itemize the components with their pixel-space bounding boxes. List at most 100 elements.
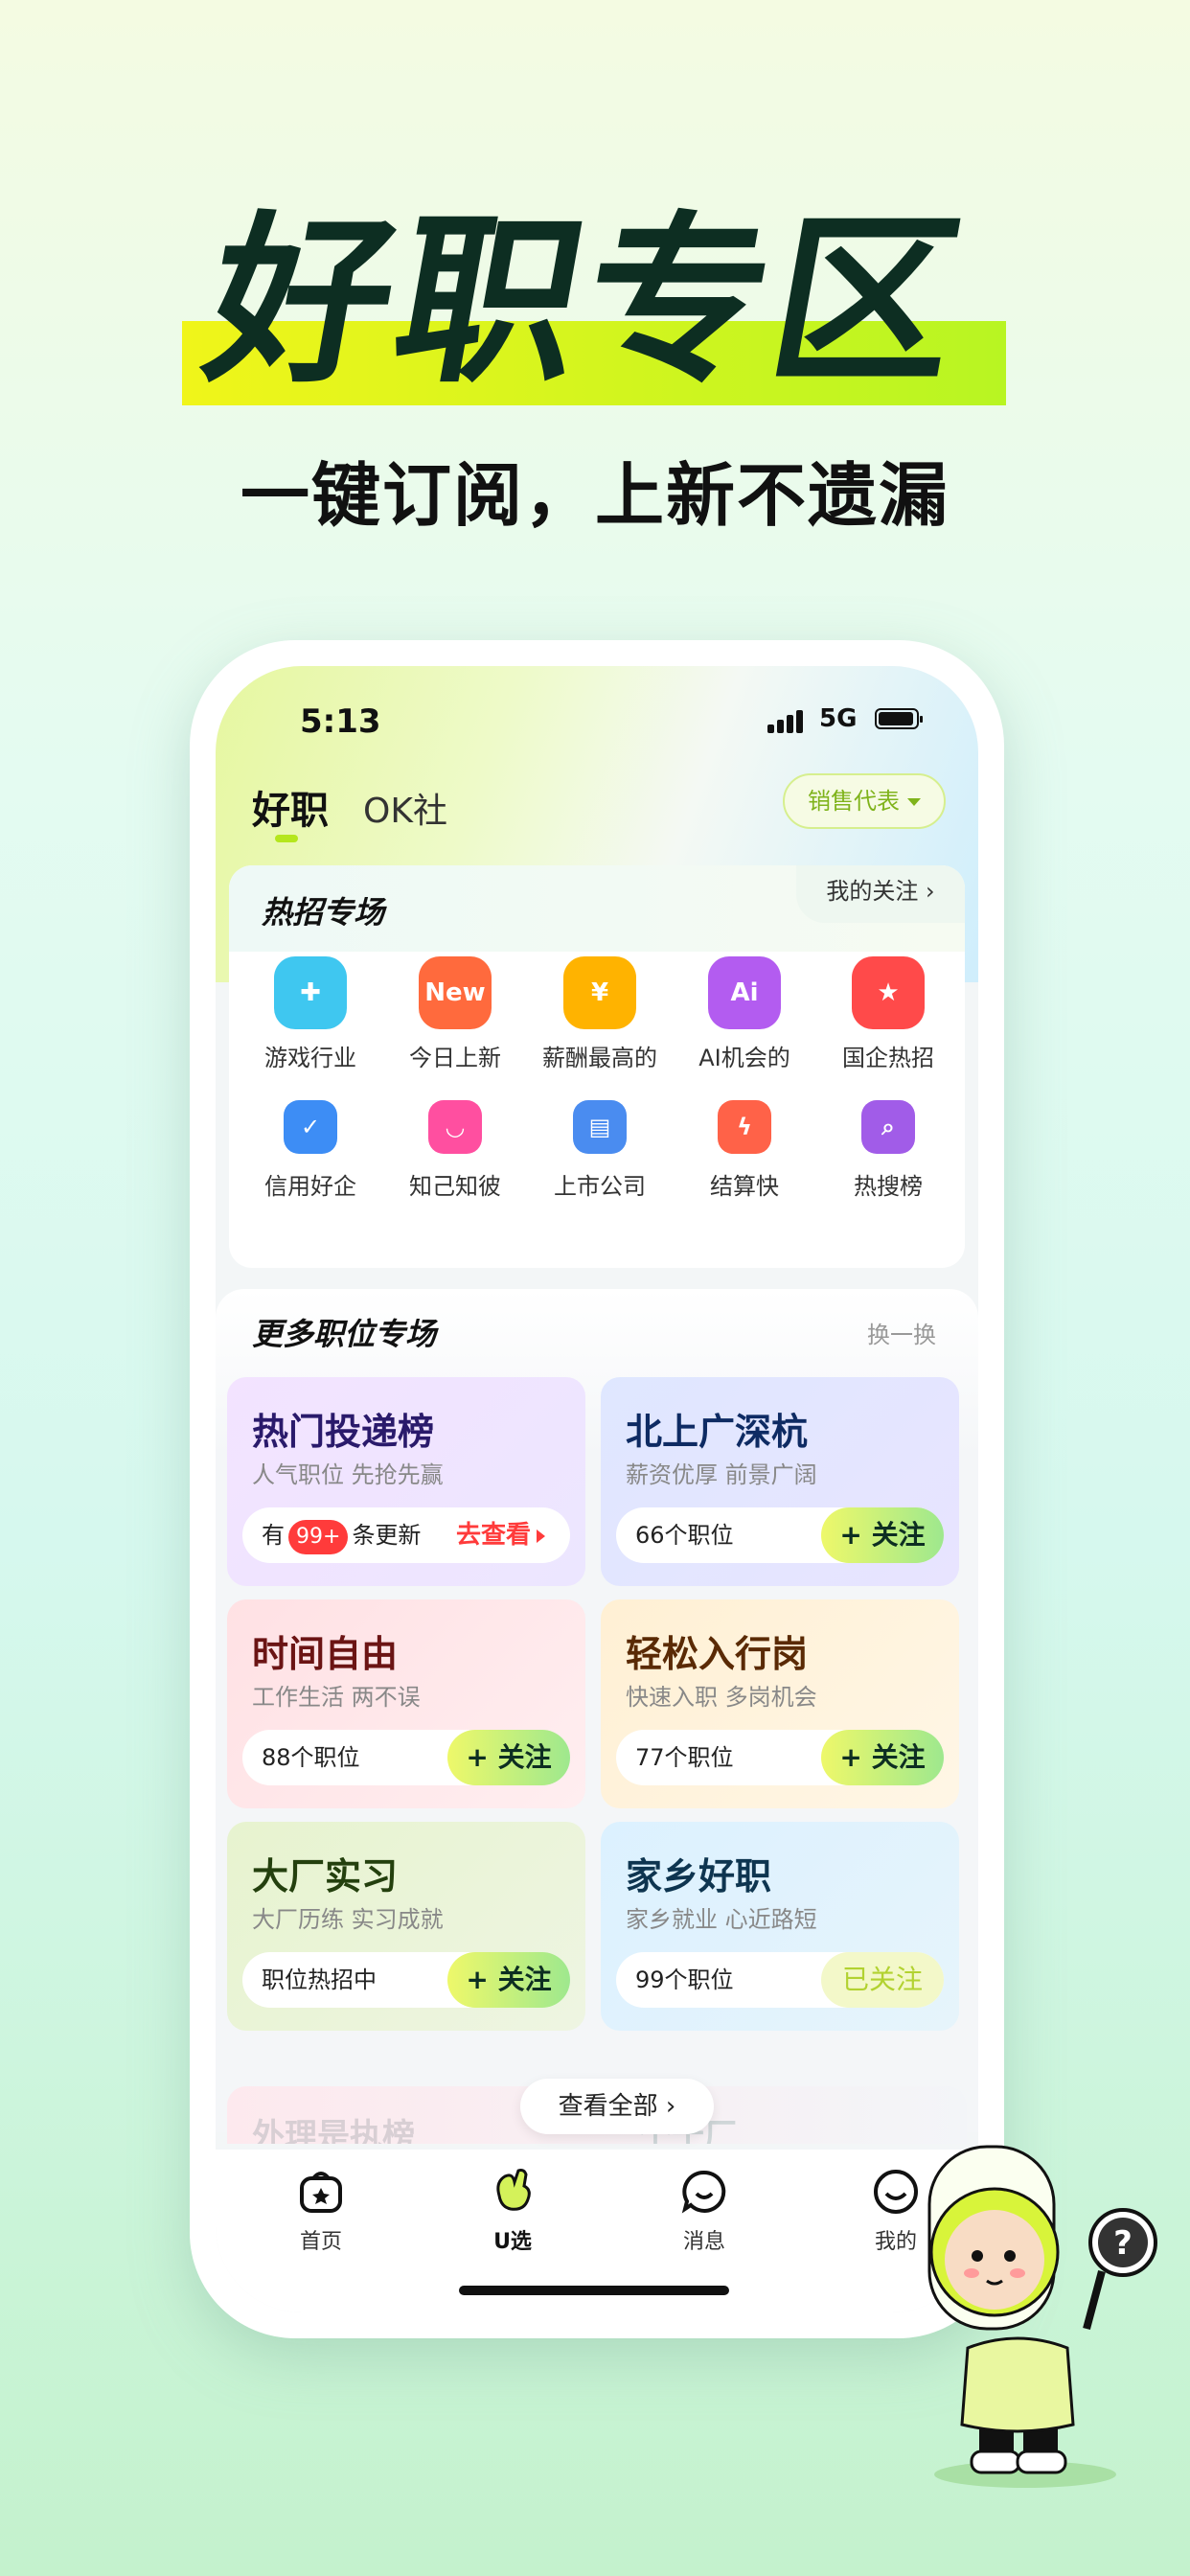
hot-item-4[interactable]: ★ 国企热招	[816, 956, 960, 1072]
more-topics-card: 更多职位专场 换一换 热门投递榜人气职位 先抢先赢有 99+ 条更新 去查看 北上广深杭…	[216, 1289, 978, 2132]
svg-text:?: ?	[1113, 2224, 1133, 2263]
hand-ok-icon	[488, 2167, 538, 2217]
hot-item-7[interactable]: ▤ 上市公司	[528, 1091, 672, 1201]
follow-button[interactable]: + 关注	[447, 1952, 570, 2008]
topic-action-bar: 有 99+ 条更新 去查看	[242, 1507, 570, 1563]
tab-haozhi[interactable]: 好职	[252, 779, 329, 835]
nav-messages[interactable]: 消息	[647, 2167, 762, 2255]
follow-button[interactable]: + 关注	[447, 1730, 570, 1785]
my-follows-link[interactable]: 我的关注 ›	[796, 865, 965, 923]
hot-item-1[interactable]: New 今日上新	[383, 956, 527, 1072]
count-prefix: 有	[262, 1522, 285, 1549]
nav-messages-label: 消息	[682, 2230, 725, 2254]
followed-button[interactable]: 已关注	[821, 1952, 944, 2008]
signal-icon	[767, 708, 808, 733]
new-bubble-icon: New	[419, 956, 492, 1029]
count-suffix: 条更新	[352, 1522, 422, 1549]
hot-item-3[interactable]: Ai AI机会的	[673, 956, 816, 1072]
hot-recruit-card: 热招专场 我的关注 › ✚ 游戏行业 New 今日上新 ¥ 薪酬最高的 Ai AI机会的 ★ 国企…	[229, 865, 965, 1268]
role-selector[interactable]: 销售代表	[783, 773, 946, 829]
hot-item-label: 薪酬最高的	[542, 1045, 657, 1071]
hot-item-9[interactable]: ⌕ 热搜榜	[816, 1091, 960, 1201]
hero-title-block: 好职专区	[182, 192, 1006, 412]
follow-button[interactable]: + 关注	[821, 1730, 944, 1785]
caret-down-icon	[907, 798, 921, 806]
topic-subtitle: 大厂历练 实习成就	[252, 1906, 444, 1933]
topic-count: 77个职位	[635, 1744, 734, 1771]
phone-screen: 5:13 5G 好职 OK社 销售代表 热招专场 我的关注 › ✚ 游戏行业 New…	[216, 666, 978, 2312]
topic-card-5[interactable]: 家乡好职家乡就业 心近路短 99个职位 已关注	[601, 1822, 959, 2031]
topic-card-4[interactable]: 大厂实习大厂历练 实习成就职位热招中 + 关注	[227, 1822, 585, 2031]
hot-item-label: 结算快	[710, 1173, 779, 1200]
hot-item-2[interactable]: ¥ 薪酬最高的	[528, 956, 672, 1072]
ai-icon: Ai	[708, 956, 781, 1029]
nav-uselect-label: U选	[493, 2230, 532, 2254]
nav-uselect[interactable]: U选	[455, 2167, 570, 2255]
status-time: 5:13	[300, 702, 381, 741]
phone-frame: 5:13 5G 好职 OK社 销售代表 热招专场 我的关注 › ✚ 游戏行业 New…	[190, 640, 1004, 2338]
view-all-button[interactable]: 查看全部 ›	[520, 2079, 714, 2134]
topic-count: 66个职位	[635, 1522, 734, 1549]
topic-card-1[interactable]: 北上广深杭薪资优厚 前景广阔 66个职位 + 关注	[601, 1377, 959, 1586]
hot-item-label: 信用好企	[264, 1173, 356, 1200]
hot-item-5[interactable]: ✓ 信用好企	[239, 1091, 382, 1201]
topic-subtitle: 薪资优厚 前景广阔	[626, 1461, 817, 1488]
update-badge: 99+	[288, 1520, 349, 1554]
tab-active-indicator	[275, 835, 298, 842]
topic-action-bar: 职位热招中 + 关注	[242, 1952, 570, 2008]
topic-action-bar: 99个职位 已关注	[616, 1952, 944, 2008]
refresh-button[interactable]: 换一换	[867, 1316, 936, 1349]
tab-ok-community[interactable]: OK社	[363, 783, 447, 833]
hot-item-label: 游戏行业	[264, 1045, 356, 1071]
topic-card-3[interactable]: 轻松入行岗快速入职 多岗机会 77个职位 + 关注	[601, 1599, 959, 1808]
alarm-clock-icon: ϟ	[718, 1100, 771, 1154]
topic-title: 北上广深杭	[626, 1411, 809, 1453]
topic-subtitle: 工作生活 两不误	[252, 1684, 421, 1711]
topic-title: 轻松入行岗	[626, 1633, 809, 1675]
topic-subtitle: 快速入职 多岗机会	[626, 1684, 817, 1711]
topic-title: 热门投递榜	[252, 1411, 435, 1453]
nav-home-label: 首页	[299, 2230, 342, 2254]
hero-subtitle: 一键订阅，上新不遗漏	[240, 455, 950, 536]
message-smile-icon	[679, 2167, 729, 2217]
follow-button[interactable]: + 关注	[821, 1507, 944, 1563]
topic-title: 大厂实习	[252, 1855, 399, 1898]
mascot-illustration: ?	[910, 2128, 1159, 2492]
hero-title: 好职专区	[192, 196, 981, 407]
nav-home[interactable]: 首页	[263, 2167, 378, 2255]
hot-title-pre: 热招	[262, 894, 324, 931]
shield-check-icon: ✓	[284, 1100, 337, 1154]
topic-action-bar: 88个职位 + 关注	[242, 1730, 570, 1785]
topic-action-bar: 77个职位 + 关注	[616, 1730, 944, 1785]
more-topics-title: 更多职位专场	[252, 1316, 437, 1352]
topic-subtitle: 家乡就业 心近路短	[626, 1906, 817, 1933]
hot-item-label: 上市公司	[554, 1173, 646, 1200]
topic-card-0[interactable]: 热门投递榜人气职位 先抢先赢有 99+ 条更新 去查看	[227, 1377, 585, 1586]
topic-title: 时间自由	[252, 1633, 399, 1675]
hot-item-label: AI机会的	[698, 1045, 790, 1071]
network-label: 5G	[819, 704, 858, 733]
red-flag-icon: ★	[852, 956, 925, 1029]
topic-subtitle: 人气职位 先抢先赢	[252, 1461, 444, 1488]
go-view-label: 去查看	[455, 1521, 531, 1550]
topic-title: 家乡好职	[626, 1855, 772, 1898]
hot-title-post: 专场	[323, 894, 385, 931]
hot-item-0[interactable]: ✚ 游戏行业	[239, 956, 382, 1072]
search-flame-icon: ⌕	[861, 1100, 915, 1154]
gamepad-icon: ✚	[274, 956, 347, 1029]
hot-item-8[interactable]: ϟ 结算快	[673, 1091, 816, 1201]
hot-item-label: 热搜榜	[854, 1173, 923, 1200]
topic-count: 99个职位	[635, 1966, 734, 1993]
hot-item-label: 国企热招	[842, 1045, 934, 1071]
heart-smile-icon: ◡	[428, 1100, 482, 1154]
hot-item-6[interactable]: ◡ 知己知彼	[383, 1091, 527, 1201]
topic-count: 88个职位	[262, 1744, 360, 1771]
hot-recruit-title: 热招专场	[262, 888, 384, 932]
building-icon: ▤	[573, 1100, 627, 1154]
yen-coin-icon: ¥	[563, 956, 636, 1029]
role-selector-label: 销售代表	[808, 788, 900, 815]
go-view-button[interactable]: 去查看	[456, 1507, 545, 1563]
topic-count: 职位热招中	[262, 1966, 377, 1993]
topic-count: 有 99+ 条更新	[262, 1507, 421, 1563]
topic-card-2[interactable]: 时间自由工作生活 两不误 88个职位 + 关注	[227, 1599, 585, 1808]
